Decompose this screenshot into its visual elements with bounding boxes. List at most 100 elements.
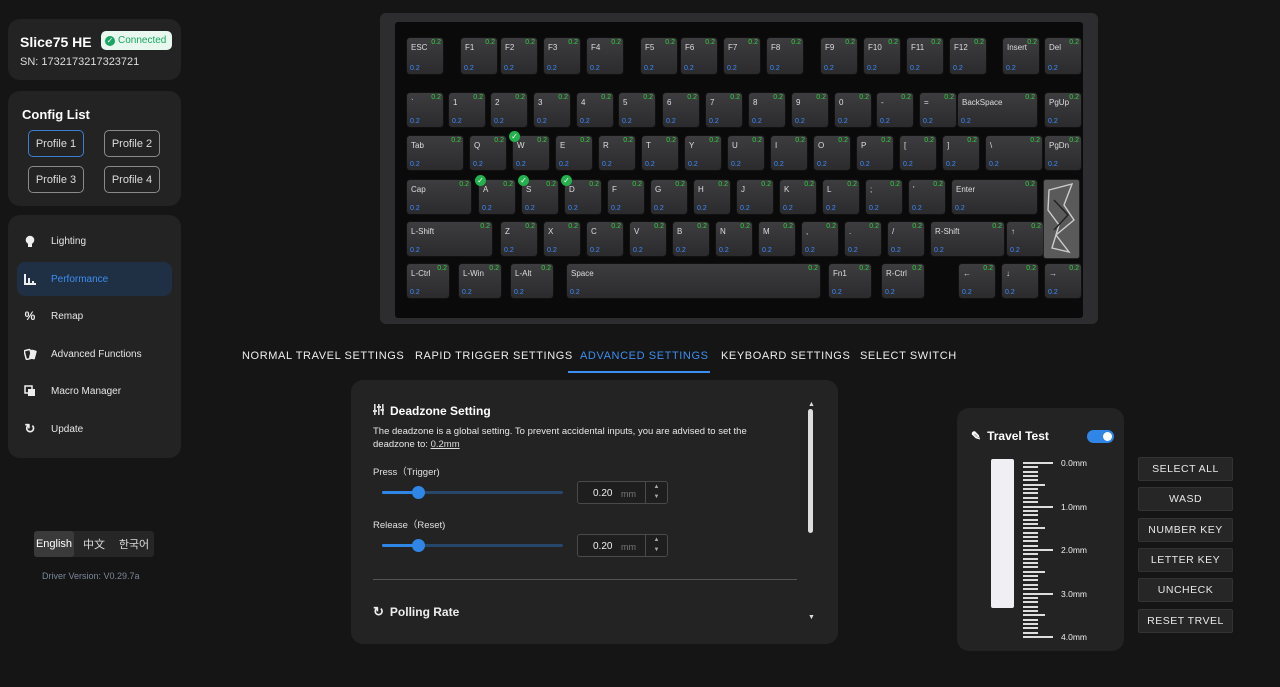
profile-2-button[interactable]: Profile 2: [104, 130, 160, 157]
key-1-8[interactable]: 8 0.2 0.2: [748, 92, 786, 128]
travel-test-toggle[interactable]: [1087, 430, 1114, 443]
key-5-5[interactable]: R-Ctrl 0.2 0.2: [881, 263, 925, 299]
key-0-0[interactable]: ESC 0.2 0.2: [406, 37, 444, 75]
key-3-8[interactable]: K 0.2 0.2: [779, 179, 817, 215]
key-5-6[interactable]: ← 0.2 0.2: [958, 263, 996, 299]
key-4-9[interactable]: . 0.2 0.2: [844, 221, 882, 257]
nav-item-macro-manager[interactable]: Macro Manager: [17, 374, 172, 408]
key-0-14[interactable]: Del 0.2 0.2: [1044, 37, 1082, 75]
key-4-10[interactable]: / 0.2 0.2: [887, 221, 925, 257]
key-1-14[interactable]: PgUp 0.2 0.2: [1044, 92, 1082, 128]
key-2-11[interactable]: [0.2 0.2: [899, 135, 937, 171]
key-0-9[interactable]: F9 0.2 0.2: [820, 37, 858, 75]
key-1-0[interactable]: ` 0.2 0.2: [406, 92, 444, 128]
key-1-13[interactable]: BackSpace 0.2 0.2: [957, 92, 1038, 128]
key-2-8[interactable]: I 0.2 0.2: [770, 135, 808, 171]
release-reset-input[interactable]: 0.20 mm ▲ ▼: [577, 534, 668, 557]
key-1-7[interactable]: 7 0.2 0.2: [705, 92, 743, 128]
key-3-6[interactable]: H 0.2 0.2: [693, 179, 731, 215]
key-5-4[interactable]: Fn1 0.2 0.2: [828, 263, 872, 299]
key-0-3[interactable]: F3 0.2 0.2: [543, 37, 581, 75]
key-1-5[interactable]: 5 0.2 0.2: [618, 92, 656, 128]
nav-item-remap[interactable]: % Remap: [17, 299, 172, 333]
key-1-12[interactable]: = 0.2 0.2: [919, 92, 957, 128]
key-4-3[interactable]: C 0.2 0.2: [586, 221, 624, 257]
press-slider-handle[interactable]: [412, 486, 426, 499]
key-0-1[interactable]: F1 0.2 0.2: [460, 37, 498, 75]
press-trigger-input[interactable]: 0.20 mm ▲ ▼: [577, 481, 668, 504]
tab-keyboard-settings[interactable]: KEYBOARD SETTINGS: [721, 350, 850, 362]
scroll-up-arrow[interactable]: ▲: [808, 401, 815, 408]
key-4-4[interactable]: V 0.2 0.2: [629, 221, 667, 257]
release-slider-handle[interactable]: [412, 539, 426, 552]
press-trigger-slider[interactable]: [382, 486, 563, 499]
nav-item-update[interactable]: ↻ Update: [17, 412, 172, 446]
nav-item-performance[interactable]: Performance: [17, 262, 172, 296]
key-1-1[interactable]: 1 0.2 0.2: [448, 92, 486, 128]
tab-rapid-trigger[interactable]: RAPID TRIGGER SETTINGS: [415, 350, 573, 362]
key-2-1[interactable]: Q 0.2 0.2: [469, 135, 507, 171]
key-0-7[interactable]: F7 0.2 0.2: [723, 37, 761, 75]
key-5-8[interactable]: → 0.2 0.2: [1044, 263, 1082, 299]
tab-select-switch[interactable]: SELECT SWITCH: [860, 350, 957, 362]
profile-3-button[interactable]: Profile 3: [28, 166, 84, 193]
key-2-10[interactable]: P 0.2 0.2: [856, 135, 894, 171]
key-3-10[interactable]: ; 0.2 0.2: [865, 179, 903, 215]
key-0-13[interactable]: Insert 0.2 0.2: [1002, 37, 1040, 75]
key-0-2[interactable]: F2 0.2 0.2: [500, 37, 538, 75]
key-0-8[interactable]: F8 0.2 0.2: [766, 37, 804, 75]
key-2-0[interactable]: Tab 0.2 0.2: [406, 135, 464, 171]
scroll-down-arrow[interactable]: ▼: [808, 614, 815, 621]
key-4-8[interactable]: , 0.2 0.2: [801, 221, 839, 257]
key-2-6[interactable]: Y 0.2 0.2: [684, 135, 722, 171]
key-4-12[interactable]: ↑ 0.2 0.2: [1006, 221, 1044, 257]
key-2-3[interactable]: E 0.2 0.2: [555, 135, 593, 171]
key-2-7[interactable]: U 0.2 0.2: [727, 135, 765, 171]
language-chinese[interactable]: 中文: [74, 531, 114, 557]
key-0-11[interactable]: F11 0.2 0.2: [906, 37, 944, 75]
key-3-1[interactable]: A 0.2 0.2 ✓: [475, 175, 516, 215]
quick-button-reset-trvel[interactable]: RESET TRVEL: [1138, 608, 1233, 633]
key-2-4[interactable]: R 0.2 0.2: [598, 135, 636, 171]
press-stepper[interactable]: ▲ ▼: [645, 482, 667, 503]
key-5-2[interactable]: L-Alt 0.2 0.2: [510, 263, 554, 299]
key-4-2[interactable]: X 0.2 0.2: [543, 221, 581, 257]
key-3-5[interactable]: G 0.2 0.2: [650, 179, 688, 215]
scrollbar-thumb[interactable]: [808, 409, 813, 533]
key-4-1[interactable]: Z 0.2 0.2: [500, 221, 538, 257]
key-2-2[interactable]: W 0.2 0.2 ✓: [509, 131, 550, 171]
key-3-9[interactable]: L 0.2 0.2: [822, 179, 860, 215]
key-5-3[interactable]: Space 0.2 0.2: [566, 263, 821, 299]
key-1-10[interactable]: 0 0.2 0.2: [834, 92, 872, 128]
deadzone-recommended-link[interactable]: 0.2mm: [431, 439, 460, 450]
profile-1-button[interactable]: Profile 1: [28, 130, 84, 157]
key-0-12[interactable]: F12 0.2 0.2: [949, 37, 987, 75]
nav-item-advanced-functions[interactable]: Advanced Functions: [17, 337, 172, 371]
key-2-13[interactable]: \ 0.2 0.2: [985, 135, 1043, 171]
quick-button-uncheck[interactable]: UNCHECK: [1138, 578, 1233, 603]
key-2-14[interactable]: PgDn 0.2 0.2: [1044, 135, 1082, 171]
key-5-1[interactable]: L-Win 0.2 0.2: [458, 263, 502, 299]
quick-button-wasd[interactable]: WASD: [1138, 487, 1233, 512]
key-5-7[interactable]: ↓ 0.2 0.2: [1001, 263, 1039, 299]
key-0-6[interactable]: F6 0.2 0.2: [680, 37, 718, 75]
key-3-7[interactable]: J 0.2 0.2: [736, 179, 774, 215]
key-4-11[interactable]: R-Shift 0.2 0.2: [930, 221, 1005, 257]
key-1-2[interactable]: 2 0.2 0.2: [490, 92, 528, 128]
key-0-4[interactable]: F4 0.2 0.2: [586, 37, 624, 75]
language-korean[interactable]: 한국어: [114, 531, 154, 557]
key-3-3[interactable]: D 0.2 0.2 ✓: [561, 175, 602, 215]
key-3-4[interactable]: F 0.2 0.2: [607, 179, 645, 215]
key-4-5[interactable]: B 0.2 0.2: [672, 221, 710, 257]
key-1-3[interactable]: 3 0.2 0.2: [533, 92, 571, 128]
release-stepper[interactable]: ▲ ▼: [645, 535, 667, 556]
key-1-11[interactable]: - 0.2 0.2: [876, 92, 914, 128]
key-3-11[interactable]: ' 0.2 0.2: [908, 179, 946, 215]
key-0-5[interactable]: F5 0.2 0.2: [640, 37, 678, 75]
key-3-12[interactable]: Enter 0.2 0.2: [951, 179, 1038, 215]
profile-4-button[interactable]: Profile 4: [104, 166, 160, 193]
key-2-12[interactable]: ] 0.2 0.2: [942, 135, 980, 171]
key-1-6[interactable]: 6 0.2 0.2: [662, 92, 700, 128]
key-3-0[interactable]: Cap 0.2 0.2: [406, 179, 472, 215]
key-1-9[interactable]: 9 0.2 0.2: [791, 92, 829, 128]
